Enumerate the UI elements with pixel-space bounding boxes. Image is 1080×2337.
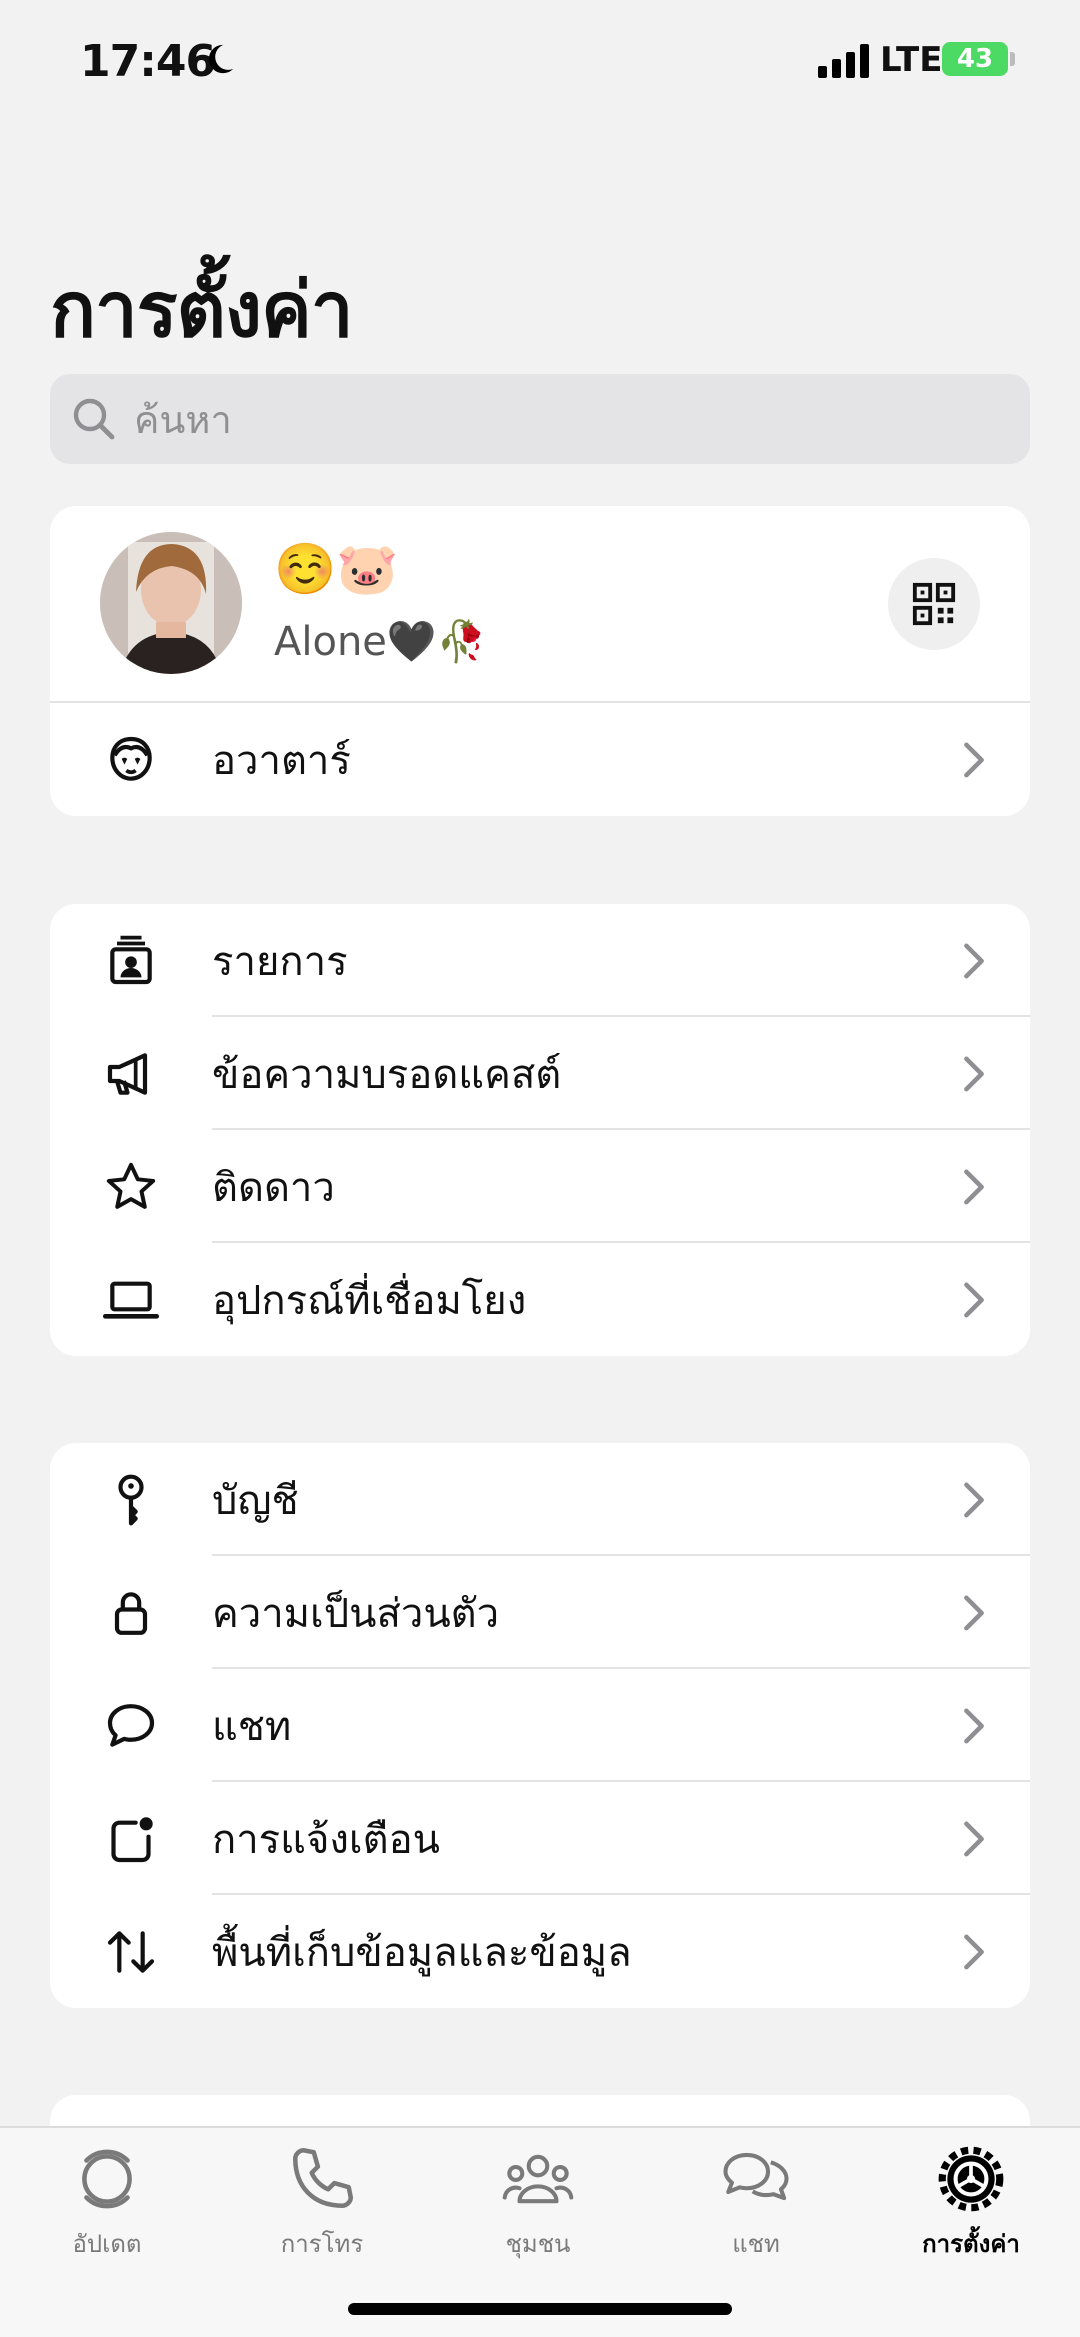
chevron-right-icon bbox=[964, 1821, 984, 1857]
battery-tip bbox=[1010, 52, 1015, 66]
battery-icon: 43 bbox=[942, 42, 1008, 76]
tab-chats[interactable]: แชท bbox=[681, 2144, 831, 2274]
tab-label: การตั้งค่า bbox=[922, 2230, 1020, 2258]
tab-label: ชุมชน bbox=[505, 2230, 571, 2258]
laptop-icon bbox=[103, 1281, 159, 1319]
updates-icon bbox=[82, 2149, 132, 2209]
chats-icon bbox=[723, 2152, 789, 2201]
row-label: แชท bbox=[212, 1703, 292, 1750]
profile-row[interactable]: ☺️🐷 Alone🖤🥀 bbox=[50, 506, 1030, 703]
status-time: 17:46 bbox=[80, 36, 216, 87]
tab-settings[interactable]: การตั้งค่า bbox=[896, 2144, 1046, 2274]
profile-card: ☺️🐷 Alone🖤🥀 อวาตาร์ bbox=[50, 506, 1030, 816]
storage-data-row[interactable]: พื้นที่เก็บข้อมูลและข้อมูล bbox=[50, 1895, 1030, 2008]
lists-row[interactable]: รายการ bbox=[50, 904, 1030, 1017]
avatar-settings-row[interactable]: อวาตาร์ bbox=[50, 703, 1030, 816]
phone-icon bbox=[293, 2147, 354, 2208]
home-indicator[interactable] bbox=[348, 2303, 732, 2315]
broadcast-row[interactable]: ข้อความบรอดแคสต์ bbox=[50, 1017, 1030, 1130]
search-icon bbox=[73, 398, 115, 440]
tab-label: แชท bbox=[732, 2230, 780, 2258]
qr-code-button[interactable] bbox=[888, 558, 980, 650]
tab-calls[interactable]: การโทร bbox=[247, 2144, 397, 2274]
chevron-right-icon bbox=[964, 1482, 984, 1518]
privacy-row[interactable]: ความเป็นส่วนตัว bbox=[50, 1556, 1030, 1669]
tab-label: อัปเดต bbox=[72, 2230, 142, 2258]
megaphone-icon bbox=[107, 1053, 148, 1095]
chevron-right-icon bbox=[964, 1708, 984, 1744]
chat-bubble-icon bbox=[107, 1704, 155, 1747]
starred-row[interactable]: ติดดาว bbox=[50, 1130, 1030, 1243]
row-label: อุปกรณ์ที่เชื่อมโยง bbox=[212, 1277, 527, 1324]
notification-icon bbox=[111, 1817, 153, 1863]
page-title: การตั้งค่า bbox=[50, 265, 353, 354]
battery-level: 43 bbox=[956, 44, 994, 74]
avatar-face-icon bbox=[110, 736, 152, 781]
notifications-row[interactable]: การแจ้งเตือน bbox=[50, 1782, 1030, 1895]
settings-group-2: บัญชี ความเป็นส่วนตัว แชท การแจ้งเตือน พ… bbox=[50, 1443, 1030, 2008]
arrows-updown-icon bbox=[107, 1931, 155, 1973]
search-input[interactable]: ค้นหา bbox=[50, 374, 1030, 464]
settings-group-1: รายการ ข้อความบรอดแคสต์ ติดดาว อุปกรณ์ที… bbox=[50, 904, 1030, 1356]
lock-icon bbox=[114, 1592, 148, 1635]
account-row[interactable]: บัญชี bbox=[50, 1443, 1030, 1556]
star-icon bbox=[106, 1162, 156, 1209]
tab-updates[interactable]: อัปเดต bbox=[32, 2144, 182, 2274]
avatar[interactable] bbox=[100, 532, 242, 674]
linked-devices-row[interactable]: อุปกรณ์ที่เชื่อมโยง bbox=[50, 1243, 1030, 1356]
row-label: บัญชี bbox=[212, 1477, 299, 1524]
status-bar: 17:46 LTE 43 bbox=[0, 0, 1080, 120]
profile-status: Alone🖤🥀 bbox=[274, 619, 487, 665]
qr-code-icon bbox=[912, 582, 956, 626]
chevron-right-icon bbox=[964, 1282, 984, 1318]
chevron-right-icon bbox=[964, 1169, 984, 1205]
profile-name: ☺️🐷 bbox=[274, 540, 399, 598]
chevron-right-icon bbox=[964, 1056, 984, 1092]
avatar-image bbox=[100, 532, 242, 674]
tab-label: การโทร bbox=[280, 2230, 364, 2258]
chevron-right-icon bbox=[964, 742, 984, 778]
key-icon bbox=[118, 1474, 144, 1526]
chevron-right-icon bbox=[964, 1934, 984, 1970]
chevron-right-icon bbox=[964, 943, 984, 979]
community-icon bbox=[502, 2154, 574, 2204]
row-label: รายการ bbox=[212, 938, 348, 985]
tab-communities[interactable]: ชุมชน bbox=[463, 2144, 613, 2274]
search-placeholder: ค้นหา bbox=[134, 397, 232, 442]
row-label: พื้นที่เก็บข้อมูลและข้อมูล bbox=[212, 1929, 632, 1976]
row-label: ข้อความบรอดแคสต์ bbox=[212, 1051, 562, 1098]
row-label: ความเป็นส่วนตัว bbox=[212, 1590, 500, 1637]
chats-row[interactable]: แชท bbox=[50, 1669, 1030, 1782]
signal-icon bbox=[818, 44, 869, 78]
row-label: ติดดาว bbox=[212, 1164, 335, 1211]
settings-icon bbox=[938, 2146, 1004, 2212]
moon-icon bbox=[208, 44, 234, 74]
row-label: การแจ้งเตือน bbox=[212, 1816, 440, 1863]
chevron-right-icon bbox=[964, 1595, 984, 1631]
contacts-list-icon bbox=[110, 935, 152, 985]
row-label: อวาตาร์ bbox=[212, 737, 351, 784]
network-type: LTE bbox=[880, 40, 943, 80]
settings-screen: 17:46 LTE 43 การตั้งค่า ค้นหา ☺️🐷 Alone🖤… bbox=[0, 0, 1080, 2337]
